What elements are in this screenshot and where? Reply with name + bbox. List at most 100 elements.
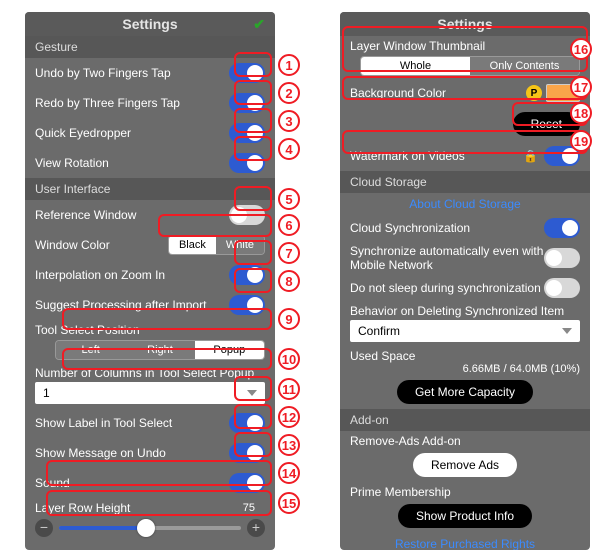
label-quick-eyedropper: Quick Eyedropper — [35, 126, 229, 140]
label-no-sleep: Do not sleep during synchronization — [350, 281, 544, 295]
seg-tool-right[interactable]: Right — [125, 341, 194, 359]
row-remove-ads: Remove Ads — [340, 448, 590, 482]
dropdown-confirm-value: Confirm — [358, 324, 400, 338]
toggle-no-sleep[interactable] — [544, 278, 580, 298]
seg-window-white[interactable]: White — [216, 236, 264, 254]
settings-panel-right: Settings Layer Window Thumbnail Whole On… — [340, 12, 590, 550]
seg-thumb-whole[interactable]: Whole — [361, 57, 470, 75]
seg-tool-left[interactable]: Left — [56, 341, 125, 359]
section-ui: User Interface — [25, 178, 275, 200]
toggle-suggest-processing[interactable] — [229, 295, 265, 315]
dropdown-confirm[interactable]: Confirm — [350, 320, 580, 342]
slider-track[interactable] — [59, 526, 241, 530]
dropdown-num-cols[interactable]: 1 — [35, 382, 265, 404]
label-show-msg-undo: Show Message on Undo — [35, 446, 229, 460]
row-sync-mobile: Synchronize automatically even with Mobi… — [340, 241, 590, 275]
link-restore-rights[interactable]: Restore Purchased Rights — [340, 533, 590, 550]
chevron-down-icon — [562, 328, 572, 334]
row-no-sleep: Do not sleep during synchronization — [340, 275, 590, 301]
annotation-badge: 15 — [278, 492, 300, 514]
row-undo-two-fingers: Undo by Two Fingers Tap — [25, 58, 275, 88]
toggle-show-label-tool[interactable] — [229, 413, 265, 433]
slider-plus-button[interactable]: + — [247, 519, 265, 537]
row-reference-window: Reference Window — [25, 200, 275, 230]
annotation-badge: 6 — [278, 214, 300, 236]
label-layer-window-thumb: Layer Window Thumbnail — [340, 36, 590, 53]
settings-panel-left: Settings ✔ Gesture Undo by Two Fingers T… — [25, 12, 275, 550]
label-remove-ads-addon: Remove-Ads Add-on — [340, 431, 590, 448]
seg-thumb-only[interactable]: Only Contents — [470, 57, 579, 75]
label-used-space: Used Space — [340, 346, 590, 363]
toggle-redo-three[interactable] — [229, 93, 265, 113]
annotation-badge: 11 — [278, 378, 300, 400]
get-more-capacity-button[interactable]: Get More Capacity — [397, 380, 533, 404]
label-cloud-sync: Cloud Synchronization — [350, 221, 544, 235]
label-behavior-delete: Behavior on Deleting Synchronized Item — [340, 301, 590, 318]
row-window-color: Window Color Black White — [25, 230, 275, 260]
label-show-label-tool: Show Label in Tool Select — [35, 416, 229, 430]
panel-title-right: Settings — [437, 16, 492, 32]
annotation-badge: 1 — [278, 54, 300, 76]
section-gesture: Gesture — [25, 36, 275, 58]
label-view-rotation: View Rotation — [35, 156, 229, 170]
toggle-view-rotation[interactable] — [229, 153, 265, 173]
color-swatch[interactable] — [546, 84, 580, 102]
row-layer-row-height-label: Layer Row Height 75 — [25, 498, 275, 515]
row-reset: Reset — [340, 107, 590, 141]
label-sync-mobile: Synchronize automatically even with Mobi… — [350, 244, 544, 272]
row-sound: Sound — [25, 468, 275, 498]
annotation-badge: 4 — [278, 138, 300, 160]
toggle-reference-window[interactable] — [229, 205, 265, 225]
annotation-badge: 10 — [278, 348, 300, 370]
label-prime-membership: Prime Membership — [340, 482, 590, 499]
seg-window-black[interactable]: Black — [169, 236, 216, 254]
annotation-badge: 8 — [278, 270, 300, 292]
reset-button[interactable]: Reset — [513, 112, 580, 136]
slider-thumb[interactable] — [137, 519, 155, 537]
remove-ads-button[interactable]: Remove Ads — [413, 453, 517, 477]
annotation-badge: 14 — [278, 462, 300, 484]
row-cloud-sync: Cloud Synchronization — [340, 215, 590, 241]
label-interp-zoom: Interpolation on Zoom In — [35, 268, 229, 282]
toggle-sound[interactable] — [229, 473, 265, 493]
annotation-badge: 9 — [278, 308, 300, 330]
label-redo-three: Redo by Three Fingers Tap — [35, 96, 229, 110]
annotation-badge: 3 — [278, 110, 300, 132]
slider-minus-button[interactable]: − — [35, 519, 53, 537]
label-suggest-processing: Suggest Processing after Import — [35, 298, 229, 312]
row-show-label-tool: Show Label in Tool Select — [25, 408, 275, 438]
row-background-color: Background Color P — [340, 79, 590, 107]
toggle-sync-mobile[interactable] — [544, 248, 580, 268]
seg-thumb-right: Whole Only Contents — [360, 56, 580, 76]
row-drag-left-reorder: Drag Left Side to Reorder Layers — [25, 545, 275, 550]
label-sound: Sound — [35, 476, 229, 490]
annotation-badge: 7 — [278, 242, 300, 264]
toggle-interp-zoom[interactable] — [229, 265, 265, 285]
link-about-cloud[interactable]: About Cloud Storage — [340, 193, 590, 215]
label-undo-two: Undo by Two Fingers Tap — [35, 66, 229, 80]
annotation-badge: 12 — [278, 406, 300, 428]
toggle-undo-two[interactable] — [229, 63, 265, 83]
row-redo-three-fingers: Redo by Three Fingers Tap — [25, 88, 275, 118]
confirm-check-icon[interactable]: ✔ — [253, 16, 265, 33]
toggle-show-msg-undo[interactable] — [229, 443, 265, 463]
section-addon: Add-on — [340, 409, 590, 431]
label-layer-row-height: Layer Row Height — [35, 501, 243, 515]
toggle-watermark[interactable] — [544, 146, 580, 166]
label-window-color: Window Color — [35, 238, 168, 252]
value-used-space: 6.66MB / 64.0MB (10%) — [340, 363, 590, 375]
row-show-msg-undo: Show Message on Undo — [25, 438, 275, 468]
row-get-more: Get More Capacity — [340, 375, 590, 409]
toggle-quick-eyedropper[interactable] — [229, 123, 265, 143]
toggle-cloud-sync[interactable] — [544, 218, 580, 238]
title-bar-right: Settings — [340, 12, 590, 36]
annotation-badge: 5 — [278, 188, 300, 210]
premium-badge-icon: P — [526, 85, 542, 101]
section-cloud: Cloud Storage — [340, 171, 590, 193]
show-product-info-button[interactable]: Show Product Info — [398, 504, 532, 528]
row-thumb-right: Whole Only Contents — [340, 53, 590, 79]
seg-tool-popup[interactable]: Popup — [195, 341, 264, 359]
row-show-product: Show Product Info — [340, 499, 590, 533]
slider-layer-row-height: − + — [25, 515, 275, 545]
chevron-down-icon — [247, 390, 257, 396]
